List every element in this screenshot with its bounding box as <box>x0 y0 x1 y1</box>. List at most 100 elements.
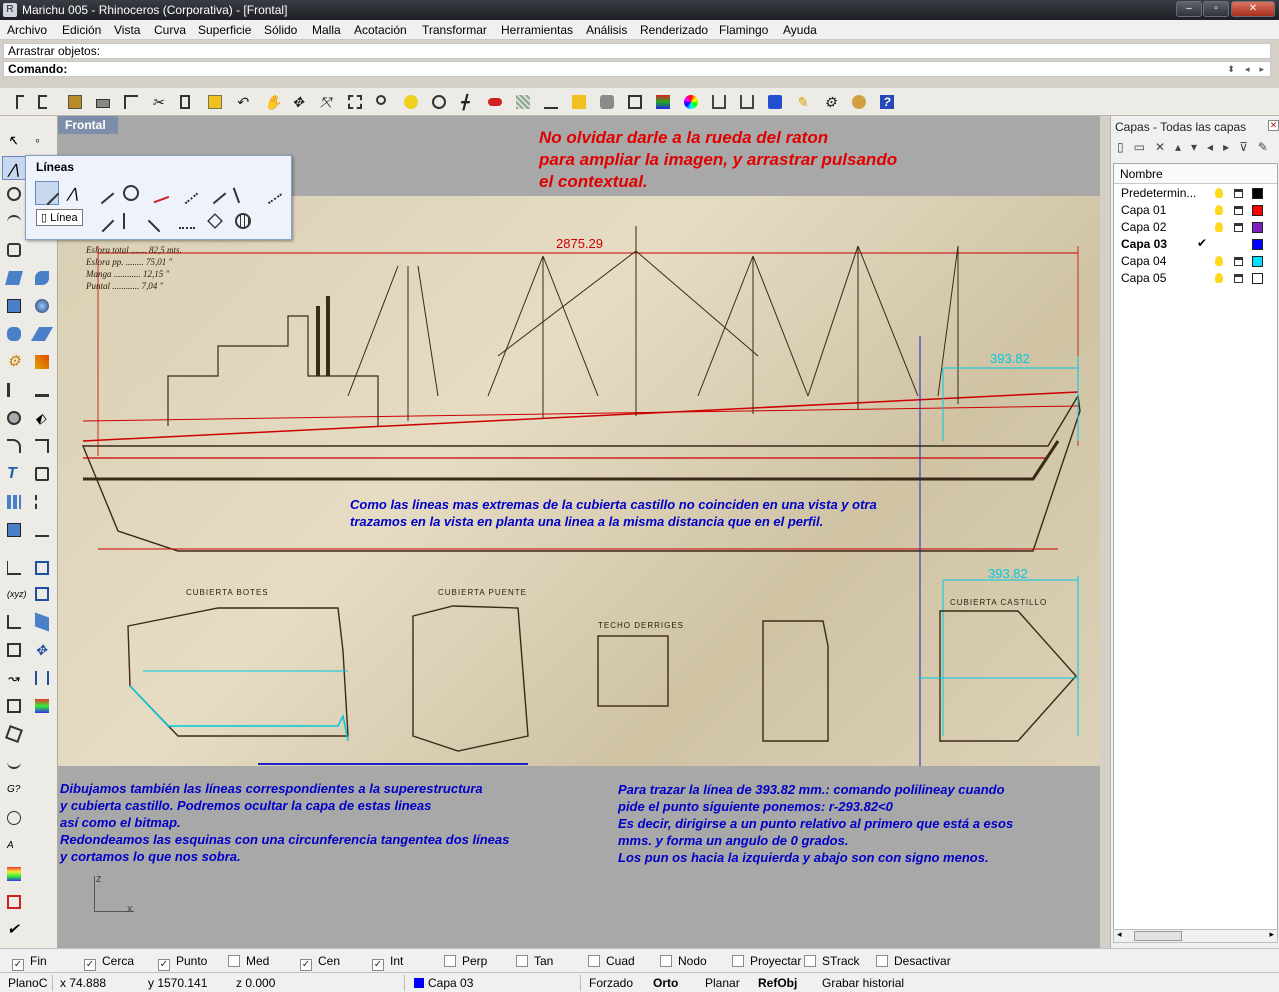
osnap-checkbox[interactable]: ✓ <box>158 959 170 971</box>
menu-archivo[interactable]: Archivo <box>7 23 47 37</box>
text-icon[interactable]: T <box>2 462 26 486</box>
layer-row[interactable]: Capa 02 <box>1114 219 1277 236</box>
osnap-checkbox[interactable] <box>804 955 816 967</box>
layer-row[interactable]: Capa 01 <box>1114 202 1277 219</box>
osnap-fin[interactable]: ✓ Fin <box>12 954 47 971</box>
orto-button[interactable]: Orto <box>653 976 678 990</box>
layer-name[interactable]: Predetermin... <box>1121 186 1196 200</box>
analysis-icon[interactable] <box>2 694 26 718</box>
layer-lock-icon[interactable] <box>1234 257 1243 266</box>
help-icon[interactable]: ? <box>878 93 896 111</box>
bend-icon[interactable]: ↝ <box>2 666 26 690</box>
box-icon[interactable] <box>2 294 26 318</box>
dimension-icon[interactable] <box>30 518 54 542</box>
osnap-cerca[interactable]: ✓ Cerca <box>84 954 134 971</box>
paste-icon[interactable] <box>206 93 224 111</box>
chamfer-icon[interactable] <box>30 434 54 458</box>
open-icon[interactable] <box>36 93 54 111</box>
curve-through-points-icon[interactable] <box>175 209 199 233</box>
layer-lock-icon[interactable] <box>1234 206 1243 215</box>
continuity-icon[interactable]: G? <box>2 778 26 802</box>
osnap-checkbox[interactable]: ✓ <box>300 959 312 971</box>
layer-name[interactable]: Capa 02 <box>1121 220 1166 234</box>
copy-icon[interactable] <box>178 93 196 111</box>
draft-icon[interactable] <box>2 722 26 746</box>
zoom-icon[interactable] <box>374 93 392 111</box>
osnap-tan[interactable]: Tan <box>516 954 553 968</box>
current-layer-swatch[interactable] <box>414 978 424 988</box>
shear-icon[interactable] <box>30 610 54 634</box>
menu-ayuda[interactable]: Ayuda <box>783 23 817 37</box>
command-input[interactable]: Comando: ⬍ ◂ ▸ <box>3 61 1271 77</box>
line-tool-icon[interactable] <box>35 181 60 206</box>
layer-row[interactable]: Predetermin... <box>1114 185 1277 202</box>
pan-icon[interactable]: ✋ <box>262 93 281 111</box>
new-icon[interactable] <box>14 93 32 111</box>
current-layer[interactable]: Capa 03 <box>428 976 473 990</box>
refobj-button[interactable]: RefObj <box>758 976 797 990</box>
orient-icon[interactable] <box>2 638 26 662</box>
layer-name[interactable]: Capa 04 <box>1121 254 1166 268</box>
globe-icon[interactable] <box>231 209 255 233</box>
osnap-proyectar[interactable]: Proyectar <box>732 954 801 968</box>
array-icon[interactable] <box>2 490 26 514</box>
cylinder-icon[interactable] <box>2 322 26 346</box>
mesh-icon[interactable] <box>514 93 532 111</box>
arc-icon[interactable] <box>2 210 26 234</box>
osnap-checkbox[interactable] <box>228 955 240 967</box>
layer-lock-icon[interactable] <box>1234 223 1243 232</box>
osnap-punto[interactable]: ✓ Punto <box>158 954 207 971</box>
layer-visible-bulb-icon[interactable] <box>1215 222 1223 232</box>
perpendicular-curves-icon[interactable] <box>119 209 143 233</box>
color-wheel-icon[interactable] <box>682 93 700 111</box>
bisector-icon[interactable] <box>175 181 199 205</box>
viewport-frontal[interactable]: Frontal No olvidar darle a la rueda del … <box>58 116 1100 948</box>
viewport-tab[interactable]: Frontal <box>58 116 118 134</box>
scissors-icon[interactable]: ✂ <box>150 93 168 111</box>
plane-icon[interactable] <box>30 322 54 346</box>
layers-tools[interactable]: ▯▭✕▴▾◂▸⊽✎ <box>1117 140 1278 154</box>
render-preview-icon[interactable] <box>738 93 756 111</box>
fillet-icon[interactable] <box>2 434 26 458</box>
menu-analisis[interactable]: Análisis <box>586 23 627 37</box>
area-icon[interactable]: A <box>2 834 26 858</box>
layer-name[interactable]: Capa 01 <box>1121 203 1166 217</box>
minimize-button[interactable]: – <box>1176 1 1202 17</box>
zoom-extents-icon[interactable]: ⤧ <box>318 93 336 111</box>
layer-color-swatch[interactable] <box>1252 256 1263 267</box>
layer-row[interactable]: Capa 03 ✔ <box>1114 236 1277 253</box>
trim-icon[interactable] <box>2 378 26 402</box>
offset-icon[interactable] <box>30 462 54 486</box>
osnap-nodo[interactable]: Nodo <box>660 954 707 968</box>
polyline-icon[interactable]: ⋀ <box>63 181 87 205</box>
explode-icon[interactable]: ⬖ <box>30 406 54 430</box>
polyline-points-icon[interactable] <box>259 181 283 205</box>
transform-icon[interactable]: ✥ <box>30 638 54 662</box>
layers-scrollbar[interactable]: ◂ ▸ <box>1113 929 1278 943</box>
osnap-checkbox[interactable] <box>588 955 600 967</box>
environment-icon[interactable] <box>850 93 868 111</box>
menu-flamingo[interactable]: Flamingo <box>719 23 768 37</box>
menu-superficie[interactable]: Superficie <box>198 23 251 37</box>
point-icon[interactable]: ◦ <box>30 128 54 152</box>
angle-icon[interactable] <box>2 806 26 830</box>
osnap-checkbox[interactable]: ✓ <box>84 959 96 971</box>
osnap-checkbox[interactable] <box>516 955 528 967</box>
curvature-icon[interactable] <box>2 750 26 774</box>
osnap-int[interactable]: ✓ Int <box>372 954 403 971</box>
xyz-icon[interactable]: (xyz) <box>2 582 27 606</box>
osnap-checkbox[interactable] <box>876 955 888 967</box>
linear-dimension-icon[interactable] <box>2 556 26 580</box>
perpendicular-icon[interactable] <box>231 181 255 205</box>
menu-edicion[interactable]: Edición <box>62 23 101 37</box>
layer-name[interactable]: Capa 05 <box>1121 271 1166 285</box>
layer-visible-bulb-icon[interactable] <box>1215 188 1223 198</box>
maximize-button[interactable]: ▫ <box>1203 1 1229 17</box>
osnap-checkbox[interactable] <box>732 955 744 967</box>
menu-vista[interactable]: Vista <box>114 23 140 37</box>
layers-scroll-thumb[interactable] <box>1134 931 1182 941</box>
points-icon[interactable] <box>570 93 588 111</box>
zoom-window-icon[interactable] <box>346 93 364 111</box>
mirror-icon[interactable] <box>30 490 54 514</box>
gear-icon[interactable]: ⚙ <box>2 350 26 374</box>
